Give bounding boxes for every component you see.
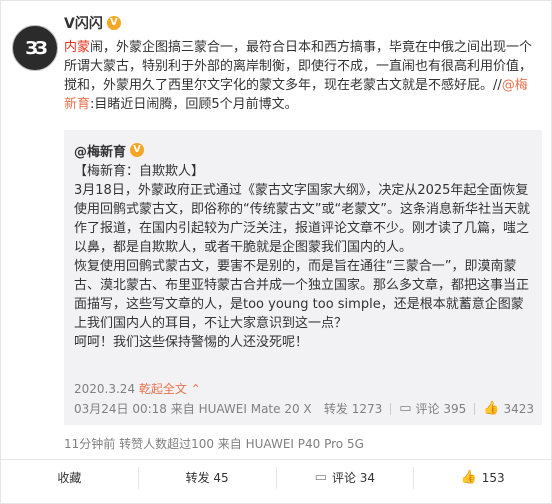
repost-date: 2020.3.24	[74, 382, 136, 396]
repost-meta: 03月24日 00:18 来自 HUAWEI Mate 20 X 转发 1273…	[74, 400, 534, 417]
favorite-button[interactable]: 收藏	[1, 466, 139, 489]
verified-badge-icon: V	[130, 143, 145, 157]
comment-button[interactable]: ▭ 评论 34	[277, 466, 415, 489]
post-body: 闹，外蒙企图搞三蒙合一，最符合日本和西方搞事，毕竟在中俄之间出现一个所谓大蒙古，…	[64, 40, 533, 93]
repost-paragraph: 呵呵！我们这些保持警惕的人还没死呢！	[74, 335, 309, 350]
chevron-up-icon: ⌃	[190, 382, 201, 396]
repost-like-count[interactable]: 👍 3423	[483, 402, 534, 416]
thumbs-up-icon: 👍	[460, 470, 477, 485]
repost-paragraph: 【梅新育：自欺欺人】	[74, 164, 205, 179]
action-bar: 收藏 转发 45 ▭ 评论 34 👍 153	[1, 459, 551, 495]
like-button[interactable]: 👍 153	[414, 467, 551, 489]
repost-forward-count[interactable]: 转发 1273	[324, 400, 382, 417]
avatar[interactable]: ЗЗ	[12, 25, 58, 71]
repost-author-name[interactable]: @梅新育	[74, 141, 126, 160]
repost-paragraph: 3月18日，外蒙政府正式通过《蒙古文字国家大纲》，决定从2025年起全面恢复使用…	[74, 183, 530, 255]
post-tail: :目睹近日闹腾，回顾5个月前博文。	[90, 97, 298, 112]
divider	[474, 402, 476, 415]
post-text: 内蒙闹，外蒙企图搞三蒙合一，最符合日本和西方搞事，毕竟在中俄之间出现一个所谓大蒙…	[64, 38, 540, 114]
verified-badge-icon: V	[106, 16, 121, 30]
repost-paragraph: 恢复使用回鹘式蒙古文，要害不是别的，而是旨在通往“三蒙合一”，即漠南蒙古、漠北蒙…	[74, 259, 530, 331]
repost-body: 【梅新育：自欺欺人】 3月18日，外蒙政府正式通过《蒙古文字国家大纲》，决定从2…	[74, 162, 534, 352]
forward-button[interactable]: 转发 45	[139, 466, 277, 489]
collapse-fulltext-link[interactable]: 乾起全文 ⌃	[139, 382, 201, 396]
repost-author-row: @梅新育 V	[74, 140, 534, 160]
post-meta: 11分钟前 转赞人数超过100 来自 HUAWEI P40 Pro 5G	[64, 437, 364, 451]
highlight-keyword[interactable]: 内蒙	[64, 40, 90, 55]
repost-source: 03月24日 00:18 来自 HUAWEI Mate 20 X	[74, 402, 312, 416]
author-name[interactable]: V闪闪	[64, 13, 103, 33]
weibo-card: ЗЗ V闪闪 V 内蒙闹，外蒙企图搞三蒙合一，最符合日本和西方搞事，毕竟在中俄之…	[0, 0, 552, 504]
comment-icon: ▭	[314, 470, 327, 485]
repost-box[interactable]: @梅新育 V 【梅新育：自欺欺人】 3月18日，外蒙政府正式通过《蒙古文字国家大…	[64, 130, 542, 425]
author-row: V闪闪 V	[64, 13, 121, 33]
repost-comment-count[interactable]: ▭ 评论 395	[399, 400, 466, 417]
thumbs-up-icon: 👍	[483, 401, 500, 416]
comment-icon: ▭	[399, 401, 412, 416]
divider	[390, 402, 392, 415]
repost-date-line: 2020.3.24 乾起全文 ⌃	[74, 380, 201, 397]
avatar-text: ЗЗ	[25, 37, 48, 59]
